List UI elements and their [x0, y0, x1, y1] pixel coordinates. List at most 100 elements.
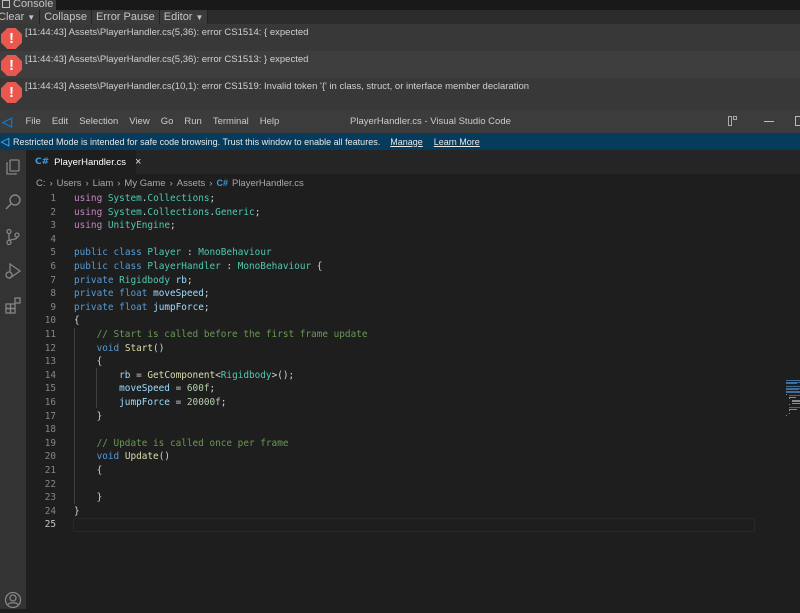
line-source: void Update()	[96, 451, 170, 463]
code-editor[interactable]: 1 using System.Collections; 2 using System.…	[26, 192, 800, 609]
manage-link[interactable]: Manage	[390, 137, 423, 147]
code-line[interactable]: 24}	[26, 505, 756, 519]
line-number: 18	[44, 424, 56, 436]
editor-dropdown[interactable]: Editor ▼	[159, 10, 209, 24]
code-line[interactable]: 19 // Update is called once per frame	[26, 437, 756, 451]
code-line[interactable]: 21 {	[26, 464, 756, 478]
code-line[interactable]: 15 moveSpeed = 600f;	[26, 382, 756, 396]
vscode-title-bar: ◁ File Edit Selection View Go Run Termin…	[0, 110, 800, 133]
clear-button[interactable]: Clear ▼	[0, 10, 41, 24]
minimap-line	[788, 398, 790, 399]
line-source: void Start()	[96, 342, 165, 354]
code-line[interactable]: 11 // Start is called before the first f…	[26, 328, 756, 342]
run-debug-icon[interactable]	[0, 258, 26, 284]
menu-selection[interactable]: Selection	[74, 116, 124, 127]
breadcrumb-item[interactable]: My Game	[124, 178, 165, 189]
breadcrumb-item[interactable]: Liam	[93, 178, 114, 189]
line-source: moveSpeed = 600f;	[119, 383, 216, 395]
menu-view[interactable]: View	[124, 116, 155, 127]
code-line[interactable]: 12 void Start()	[26, 342, 756, 356]
code-line[interactable]: 1 using System.Collections;	[26, 192, 756, 206]
extensions-icon[interactable]	[0, 292, 26, 318]
learn-more-link[interactable]: Learn More	[434, 137, 480, 147]
line-source: // Update is called once per frame	[96, 437, 289, 449]
code-line[interactable]: 25	[26, 518, 756, 532]
banner-text: Restricted Mode is intended for safe cod…	[13, 136, 381, 147]
menu-file[interactable]: File	[20, 116, 46, 127]
code-line[interactable]: 2 using System.Collections.Generic;	[26, 206, 756, 220]
error-icon: !	[1, 82, 22, 103]
code-line[interactable]: 20 void Update()	[26, 450, 756, 464]
explorer-icon[interactable]	[0, 154, 26, 180]
line-number: 19	[44, 437, 56, 449]
code-line[interactable]: 6 public class PlayerHandler : MonoBehavi…	[26, 260, 756, 274]
close-icon[interactable]: ×	[135, 156, 141, 168]
line-source: public class Player : MonoBehaviour	[74, 247, 272, 259]
console-message-list: ! [11:44:43] Assets\PlayerHandler.cs(5,3…	[0, 24, 800, 105]
console-toolbar: Clear ▼ Collapse Error Pause Editor ▼	[0, 10, 800, 24]
minimap-line	[786, 414, 787, 416]
editor-label: Editor	[163, 11, 193, 23]
error-pause-button[interactable]: Error Pause	[92, 10, 160, 24]
code-line[interactable]: 14 rb = GetComponent<Rigidbody>();	[26, 369, 756, 383]
menu-edit[interactable]: Edit	[46, 116, 73, 127]
menu-run[interactable]: Run	[179, 116, 207, 127]
console-message[interactable]: ! [11:44:43] Assets\PlayerHandler.cs(5,3…	[0, 24, 800, 51]
line-number: 7	[50, 274, 56, 286]
customize-layout-icon[interactable]	[728, 116, 738, 126]
code-line[interactable]: 4	[26, 233, 756, 247]
minimap[interactable]	[786, 380, 800, 420]
editor-tab-bar: C# PlayerHandler.cs ×	[26, 150, 800, 174]
line-number: 17	[44, 410, 56, 422]
line-source: jumpForce = 20000f;	[119, 397, 227, 408]
menu-help[interactable]: Help	[254, 116, 285, 127]
minimize-icon[interactable]	[764, 121, 774, 122]
console-tab[interactable]: Console	[0, 0, 56, 10]
tab-playerhandler[interactable]: C# PlayerHandler.cs ×	[26, 150, 141, 174]
line-number: 21	[44, 465, 56, 476]
minimap-line	[786, 392, 800, 393]
line-source: rb = GetComponent<Rigidbody>();	[119, 369, 295, 381]
line-source: using UnityEngine;	[74, 220, 176, 232]
breadcrumb-item[interactable]: C:	[36, 178, 46, 189]
clear-dropdown-icon[interactable]: ▼	[27, 13, 35, 22]
breadcrumb-item[interactable]: PlayerHandler.cs	[232, 178, 304, 189]
unity-console-panel: Console Clear ▼ Collapse Error Pause Edi…	[0, 0, 800, 110]
code-line[interactable]: 3 using UnityEngine;	[26, 219, 756, 233]
source-control-icon[interactable]	[0, 224, 26, 250]
breadcrumb-item[interactable]: Users	[57, 178, 82, 189]
line-source: // Start is called before the first fram…	[96, 329, 368, 340]
code-line[interactable]: 16 jumpForce = 20000f;	[26, 396, 756, 410]
vscode-logo-icon: ◁	[2, 113, 12, 129]
menu-terminal[interactable]: Terminal	[207, 116, 254, 127]
code-line[interactable]: 10 {	[26, 314, 756, 328]
line-number: 20	[44, 451, 56, 463]
minimap-line	[788, 413, 790, 414]
code-line[interactable]: 5 public class Player : MonoBehaviour	[26, 246, 756, 260]
line-source: using System.Collections.Generic;	[74, 206, 261, 218]
console-message[interactable]: ! [11:44:43] Assets\PlayerHandler.cs(10,…	[0, 78, 800, 105]
line-number: 10	[44, 315, 56, 327]
code-line[interactable]: 17 }	[26, 410, 756, 424]
csharp-file-icon: C#	[216, 178, 228, 188]
line-source: public class PlayerHandler : MonoBehavio…	[74, 261, 323, 272]
code-line[interactable]: 13 {	[26, 355, 756, 369]
console-message[interactable]: ! [11:44:43] Assets\PlayerHandler.cs(5,3…	[0, 51, 800, 78]
breadcrumb-item[interactable]: Assets	[177, 178, 206, 189]
message-text: [11:44:43] Assets\PlayerHandler.cs(5,36)…	[25, 54, 309, 65]
menu-go[interactable]: Go	[155, 116, 179, 127]
code-line[interactable]: 7 private Rigidbody rb;	[26, 274, 756, 288]
code-line[interactable]: 23 }	[26, 491, 756, 505]
search-icon[interactable]	[0, 189, 26, 215]
maximize-icon[interactable]	[795, 116, 800, 126]
code-line[interactable]: 22	[26, 478, 756, 492]
message-text: [11:44:43] Assets\PlayerHandler.cs(5,36)…	[25, 27, 309, 38]
error-pause-label: Error Pause	[96, 11, 155, 23]
minimap-line	[788, 396, 796, 398]
code-line[interactable]: 9 private float jumpForce;	[26, 301, 756, 315]
account-icon[interactable]	[0, 587, 26, 613]
line-number: 16	[44, 397, 56, 408]
code-line[interactable]: 18	[26, 423, 756, 437]
code-line[interactable]: 8 private float moveSpeed;	[26, 287, 756, 301]
collapse-button[interactable]: Collapse	[40, 10, 93, 24]
